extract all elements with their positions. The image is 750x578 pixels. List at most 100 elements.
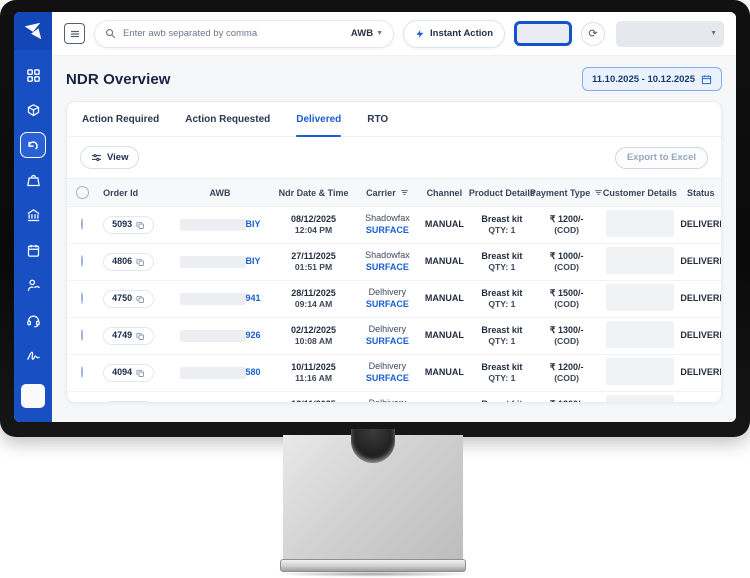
copy-icon[interactable]: [136, 369, 145, 378]
buyers-person-icon: [26, 278, 41, 293]
awb-cell[interactable]: 580: [169, 367, 271, 379]
topbar: Enter awb separated by comma AWB ▼ Insta…: [52, 12, 736, 56]
customer-redacted: [606, 358, 674, 385]
order-id-cell: 5093: [97, 216, 169, 235]
page-content: NDR Overview 11.10.2025 - 10.12.2025 Act…: [52, 56, 736, 422]
search-icon: [105, 28, 116, 39]
refresh-button[interactable]: ⟳: [581, 22, 605, 46]
status-cell: DELIVERED: [680, 256, 721, 268]
sidebar-profile-box[interactable]: [21, 384, 45, 408]
page-title: NDR Overview: [66, 71, 171, 88]
customer-details-cell: [599, 395, 680, 402]
view-button[interactable]: View: [80, 146, 139, 169]
column-header-awb: AWB: [169, 188, 271, 198]
payment-type-cell: ₹ 1000/- (COD): [534, 251, 599, 274]
row-checkbox[interactable]: [67, 367, 97, 379]
column-header-ndr_date: Ndr Date & Time: [271, 188, 356, 198]
sidebar-item-weights[interactable]: [20, 167, 46, 193]
sidebar-item-support[interactable]: [20, 307, 46, 333]
table-row[interactable]: 4749 926 02/12/2025 10:08 AM Delhivery S…: [67, 318, 721, 355]
copy-icon[interactable]: [136, 258, 145, 267]
table-row[interactable]: 4806 BIY 27/11/2025 01:51 PM Shadowfax S…: [67, 244, 721, 281]
calendar-box-icon: [26, 243, 41, 258]
filter-icon[interactable]: [400, 188, 409, 197]
logo-arrow-icon: [22, 20, 44, 42]
status-cell: DELIVERED: [680, 219, 721, 231]
customer-details-cell: [599, 247, 680, 278]
column-header-carrier[interactable]: Carrier: [356, 188, 419, 198]
awb-search-input[interactable]: Enter awb separated by comma AWB ▼: [94, 20, 394, 48]
row-checkbox[interactable]: [67, 330, 97, 342]
status-cell: DELIVERED: [680, 367, 721, 379]
wallet-balance-redacted[interactable]: [514, 21, 572, 46]
tab-delivered[interactable]: Delivered: [296, 102, 341, 136]
table-row[interactable]: 4094 580 10/11/2025 11:16 AM Delhivery S…: [67, 355, 721, 392]
support-headset-icon: [26, 313, 41, 328]
column-header-status: Status: [680, 188, 721, 198]
payment-type-cell: ₹ 1300/- (COD): [534, 399, 599, 402]
awb-cell[interactable]: BIY: [169, 219, 271, 231]
channel-cell: MANUAL: [419, 256, 470, 268]
table-row[interactable]: 5093 BIY 08/12/2025 12:04 PM Shadowfax S…: [67, 207, 721, 244]
carrier-cell: Delhivery SURFACE: [356, 287, 419, 310]
ndr-return-arrow-icon: [26, 138, 41, 153]
customer-redacted: [606, 284, 674, 311]
column-header-payment[interactable]: Payment Type: [534, 188, 599, 198]
tab-action-requested[interactable]: Action Requested: [185, 102, 270, 136]
carrier-cell: Shadowfax SURFACE: [356, 250, 419, 273]
table-row[interactable]: 4750 941 28/11/2025 09:14 AM Delhivery S…: [67, 281, 721, 318]
copy-icon[interactable]: [136, 221, 145, 230]
copy-icon[interactable]: [136, 295, 145, 304]
ndr-date-cell: 08/12/2025 12:04 PM: [271, 214, 356, 237]
date-range-picker[interactable]: 11.10.2025 - 10.12.2025: [582, 67, 722, 91]
channel-cell: MANUAL: [419, 293, 470, 305]
monitor-stand-shadow: [272, 571, 474, 577]
carrier-cell: Delhivery SURFACE: [356, 398, 419, 402]
customer-redacted: [606, 247, 674, 274]
tab-action-required[interactable]: Action Required: [82, 102, 159, 136]
tab-rto[interactable]: RTO: [367, 102, 388, 136]
carrier-cell: Delhivery SURFACE: [356, 361, 419, 384]
awb-cell[interactable]: BIY: [169, 256, 271, 268]
menu-button[interactable]: [64, 23, 85, 44]
ndr-date-cell: 10/11/2025 11:16 AM: [271, 362, 356, 385]
select-all-checkbox[interactable]: [67, 186, 97, 199]
stage: Enter awb separated by comma AWB ▼ Insta…: [0, 0, 750, 578]
customer-redacted: [606, 321, 674, 348]
menu-list-icon: [69, 28, 81, 40]
customer-details-cell: [599, 321, 680, 352]
table-row[interactable]: 4091 440 12/11/2025 05:10 AM Delhivery S…: [67, 392, 721, 402]
sidebar-item-buyers[interactable]: [20, 272, 46, 298]
services-signature-icon: [26, 348, 41, 363]
payment-type-cell: ₹ 1200/- (COD): [534, 362, 599, 385]
sidebar-item-ndr[interactable]: [20, 132, 46, 158]
ndr-date-cell: 12/11/2025 05:10 AM: [271, 399, 356, 402]
export-to-excel-button[interactable]: Export to Excel: [615, 147, 708, 169]
instant-action-button[interactable]: Instant Action: [403, 20, 505, 48]
search-mode-dropdown[interactable]: AWB ▼: [351, 28, 383, 39]
sidebar-item-billing[interactable]: [20, 202, 46, 228]
refresh-icon: ⟳: [588, 27, 597, 40]
awb-redacted: [180, 256, 246, 268]
billing-bank-icon: [26, 208, 41, 223]
copy-icon[interactable]: [136, 332, 145, 341]
awb-redacted: [180, 330, 246, 342]
order-id-cell: 4806: [97, 253, 169, 272]
awb-cell[interactable]: 941: [169, 293, 271, 305]
app-logo[interactable]: [14, 12, 52, 50]
table-toolbar: View Export to Excel: [67, 137, 721, 178]
sidebar-item-services[interactable]: [20, 342, 46, 368]
tab-bar: Action Required Action Requested Delivered…: [67, 102, 721, 137]
ndr-date-cell: 27/11/2025 01:51 PM: [271, 251, 356, 274]
row-checkbox[interactable]: [67, 256, 97, 268]
sidebar-item-orders[interactable]: [20, 97, 46, 123]
account-dropdown-redacted[interactable]: ▼: [616, 21, 724, 47]
row-checkbox[interactable]: [67, 219, 97, 231]
awb-cell[interactable]: 926: [169, 330, 271, 342]
sidebar: [14, 12, 52, 422]
carrier-cell: Shadowfax SURFACE: [356, 213, 419, 236]
customer-redacted: [606, 210, 674, 237]
row-checkbox[interactable]: [67, 293, 97, 305]
sidebar-item-calendar[interactable]: [20, 237, 46, 263]
sidebar-item-dashboard[interactable]: [20, 62, 46, 88]
